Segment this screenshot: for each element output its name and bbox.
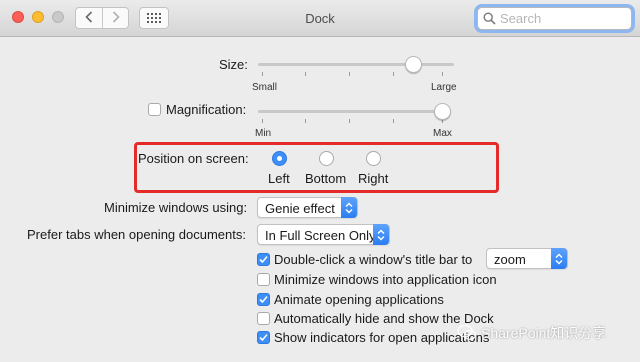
wechat-icon <box>457 323 477 343</box>
double-click-checkbox[interactable] <box>257 253 270 266</box>
prefer-tabs-label: Prefer tabs when opening documents: <box>27 227 246 242</box>
magnification-tick <box>393 119 394 123</box>
prefer-tabs-popup[interactable]: In Full Screen Only <box>257 224 390 245</box>
double-click-label: Double-click a window's title bar to <box>274 252 473 267</box>
size-slider-track <box>258 63 454 66</box>
title-bar: Dock <box>0 0 640 37</box>
size-tick <box>393 72 394 76</box>
magnification-slider-thumb[interactable] <box>434 103 451 120</box>
search-icon <box>483 12 496 25</box>
size-tick <box>305 72 306 76</box>
minimize-effect-value: Genie effect <box>265 201 335 216</box>
position-bottom-radio[interactable] <box>319 151 334 166</box>
magnification-min-label: Min <box>255 128 272 139</box>
updown-arrows-icon <box>373 224 389 245</box>
size-tick <box>262 72 263 76</box>
animate-opening-label: Animate opening applications <box>274 292 444 307</box>
size-tick <box>349 72 350 76</box>
position-left-radio[interactable] <box>272 151 287 166</box>
prefer-tabs-value: In Full Screen Only <box>265 228 376 243</box>
size-slider-thumb[interactable] <box>405 56 422 73</box>
search-input[interactable] <box>500 11 620 26</box>
updown-arrows-icon <box>341 197 357 218</box>
magnification-checkbox[interactable] <box>148 103 161 116</box>
magnification-tick <box>305 119 306 123</box>
minimize-effect-popup[interactable]: Genie effect <box>257 197 358 218</box>
checkmark-icon <box>259 252 268 267</box>
magnification-max-label: Max <box>433 128 452 139</box>
position-right-radio[interactable] <box>366 151 381 166</box>
checkmark-icon <box>259 292 268 307</box>
magnification-slider-track <box>258 110 450 113</box>
position-label: Position on screen: <box>138 151 249 166</box>
position-bottom-label: Bottom <box>305 171 347 186</box>
double-click-action-value: zoom <box>494 252 526 267</box>
position-right-label: Right <box>358 171 389 186</box>
search-field[interactable] <box>477 7 632 30</box>
minimize-into-icon-label: Minimize windows into application icon <box>274 272 497 287</box>
size-max-label: Large <box>431 82 457 93</box>
show-indicators-checkbox[interactable] <box>257 331 270 344</box>
magnification-tick <box>349 119 350 123</box>
double-click-action-popup[interactable]: zoom <box>486 248 568 269</box>
size-tick <box>442 72 443 76</box>
checkmark-icon <box>259 330 268 345</box>
minimize-label: Minimize windows using: <box>104 200 248 215</box>
watermark-text: SharePoint知识分享 <box>481 325 607 341</box>
updown-arrows-icon <box>551 248 567 269</box>
minimize-into-icon-checkbox[interactable] <box>257 273 270 286</box>
magnification-label: Magnification: <box>166 102 247 117</box>
position-left-label: Left <box>268 171 290 186</box>
watermark: SharePoint知识分享 <box>457 323 606 343</box>
magnification-tick <box>262 119 263 123</box>
animate-opening-checkbox[interactable] <box>257 293 270 306</box>
autohide-dock-checkbox[interactable] <box>257 312 270 325</box>
size-min-label: Small <box>252 82 278 93</box>
size-label: Size: <box>219 57 248 72</box>
dock-preferences-window: Dock Size: Small Large Magnification: Mi… <box>0 0 640 362</box>
